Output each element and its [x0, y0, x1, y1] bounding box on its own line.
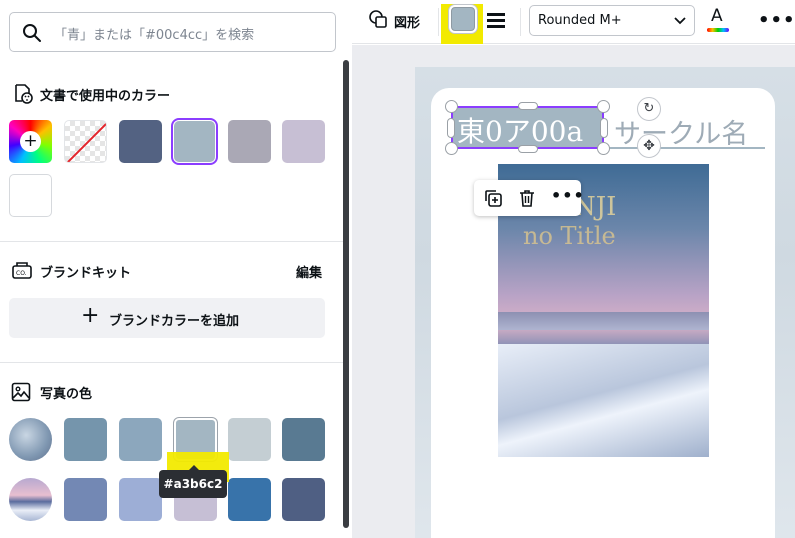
svg-text:CO.: CO.: [16, 270, 27, 277]
color-panel: 「青」または「#00c4cc」を検索 文書で使用中のカラー + CO. ブランド…: [0, 0, 352, 538]
resize-handle[interactable]: [518, 145, 538, 153]
resize-handle[interactable]: [445, 142, 458, 155]
trash-icon[interactable]: [517, 188, 537, 208]
resize-handle[interactable]: [597, 142, 610, 155]
chevron-down-icon: [674, 17, 686, 25]
text-color-button[interactable]: A: [705, 6, 731, 34]
move-icon[interactable]: ✥: [637, 134, 661, 158]
photo-colors-title: 写真の色: [40, 387, 93, 402]
photo-color-swatch[interactable]: [282, 418, 325, 461]
photo-color-swatch[interactable]: [64, 418, 107, 461]
doc-color-swatch[interactable]: [228, 120, 271, 163]
search-input[interactable]: 「青」または「#00c4cc」を検索: [9, 12, 336, 52]
brand-kit-icon: CO.: [12, 262, 32, 279]
photo-color-swatch[interactable]: [228, 418, 271, 461]
duplicate-icon[interactable]: [483, 188, 503, 208]
font-dropdown[interactable]: Rounded M+: [529, 5, 695, 36]
resize-handle[interactable]: [597, 100, 610, 113]
rainbow-bar: [707, 28, 729, 32]
more-options-icon[interactable]: •••: [551, 186, 585, 205]
title-underline[interactable]: [609, 147, 765, 149]
doc-color-swatch-selected[interactable]: [171, 118, 218, 165]
resize-handle[interactable]: [600, 118, 608, 138]
photo-thumbnail[interactable]: [9, 418, 52, 461]
fill-color-button[interactable]: [451, 7, 475, 31]
photo-overlay-text[interactable]: no Title: [523, 222, 616, 250]
brand-kit-title: ブランドキット: [40, 266, 132, 281]
selection-box: [451, 106, 604, 149]
search-icon: [23, 24, 41, 42]
mountain-band: [498, 312, 709, 330]
resize-handle[interactable]: [518, 102, 538, 110]
plus-icon: +: [20, 131, 41, 152]
brand-kit-edit-button[interactable]: 編集: [296, 262, 322, 281]
add-brand-color-button[interactable]: + ブランドカラーを追加: [9, 298, 325, 338]
palette-document-icon: [15, 84, 33, 104]
photo-color-swatch[interactable]: [119, 478, 162, 521]
rotate-icon[interactable]: ↻: [637, 97, 661, 121]
divider: [0, 362, 344, 363]
border-style-icon[interactable]: [486, 12, 506, 30]
divider: [0, 241, 344, 242]
photo-thumbnail[interactable]: [9, 478, 52, 521]
search-placeholder: 「青」または「#00c4cc」を検索: [54, 28, 255, 43]
text-color-icon: A: [711, 6, 723, 26]
no-color-slash: [65, 121, 106, 162]
add-brand-color-label: ブランドカラーを追加: [109, 314, 240, 329]
app-root: { "search": { "placeholder": "「青」または「#00…: [0, 0, 795, 538]
panel-scrollbar[interactable]: [343, 60, 349, 528]
shapes-icon[interactable]: [367, 8, 389, 30]
image-icon: [11, 382, 31, 402]
doc-color-swatch[interactable]: [9, 174, 52, 217]
resize-handle[interactable]: [447, 118, 455, 138]
toolbar-separator: [438, 8, 439, 36]
photo-color-swatch[interactable]: [282, 478, 325, 521]
toolbar-separator: [520, 8, 521, 36]
shapes-button[interactable]: 図形: [394, 12, 420, 31]
font-name: Rounded M+: [538, 13, 622, 28]
photo-color-swatch[interactable]: [64, 478, 107, 521]
more-options-icon[interactable]: •••: [758, 10, 795, 31]
document-colors-title: 文書で使用中のカラー: [40, 89, 171, 104]
add-color-button[interactable]: +: [9, 120, 52, 163]
plus-icon: +: [81, 303, 100, 328]
doc-color-swatch[interactable]: [119, 120, 162, 163]
doc-color-swatch[interactable]: [282, 120, 325, 163]
transparent-swatch[interactable]: [64, 120, 107, 163]
context-toolbar: •••: [474, 180, 584, 216]
photo-color-swatch[interactable]: [119, 418, 162, 461]
resize-handle[interactable]: [445, 100, 458, 113]
snowfield: [498, 344, 709, 457]
photo-color-swatch[interactable]: [228, 478, 271, 521]
circle-name-text[interactable]: サークル名: [614, 112, 748, 151]
color-tooltip: #a3b6c2: [159, 465, 227, 498]
